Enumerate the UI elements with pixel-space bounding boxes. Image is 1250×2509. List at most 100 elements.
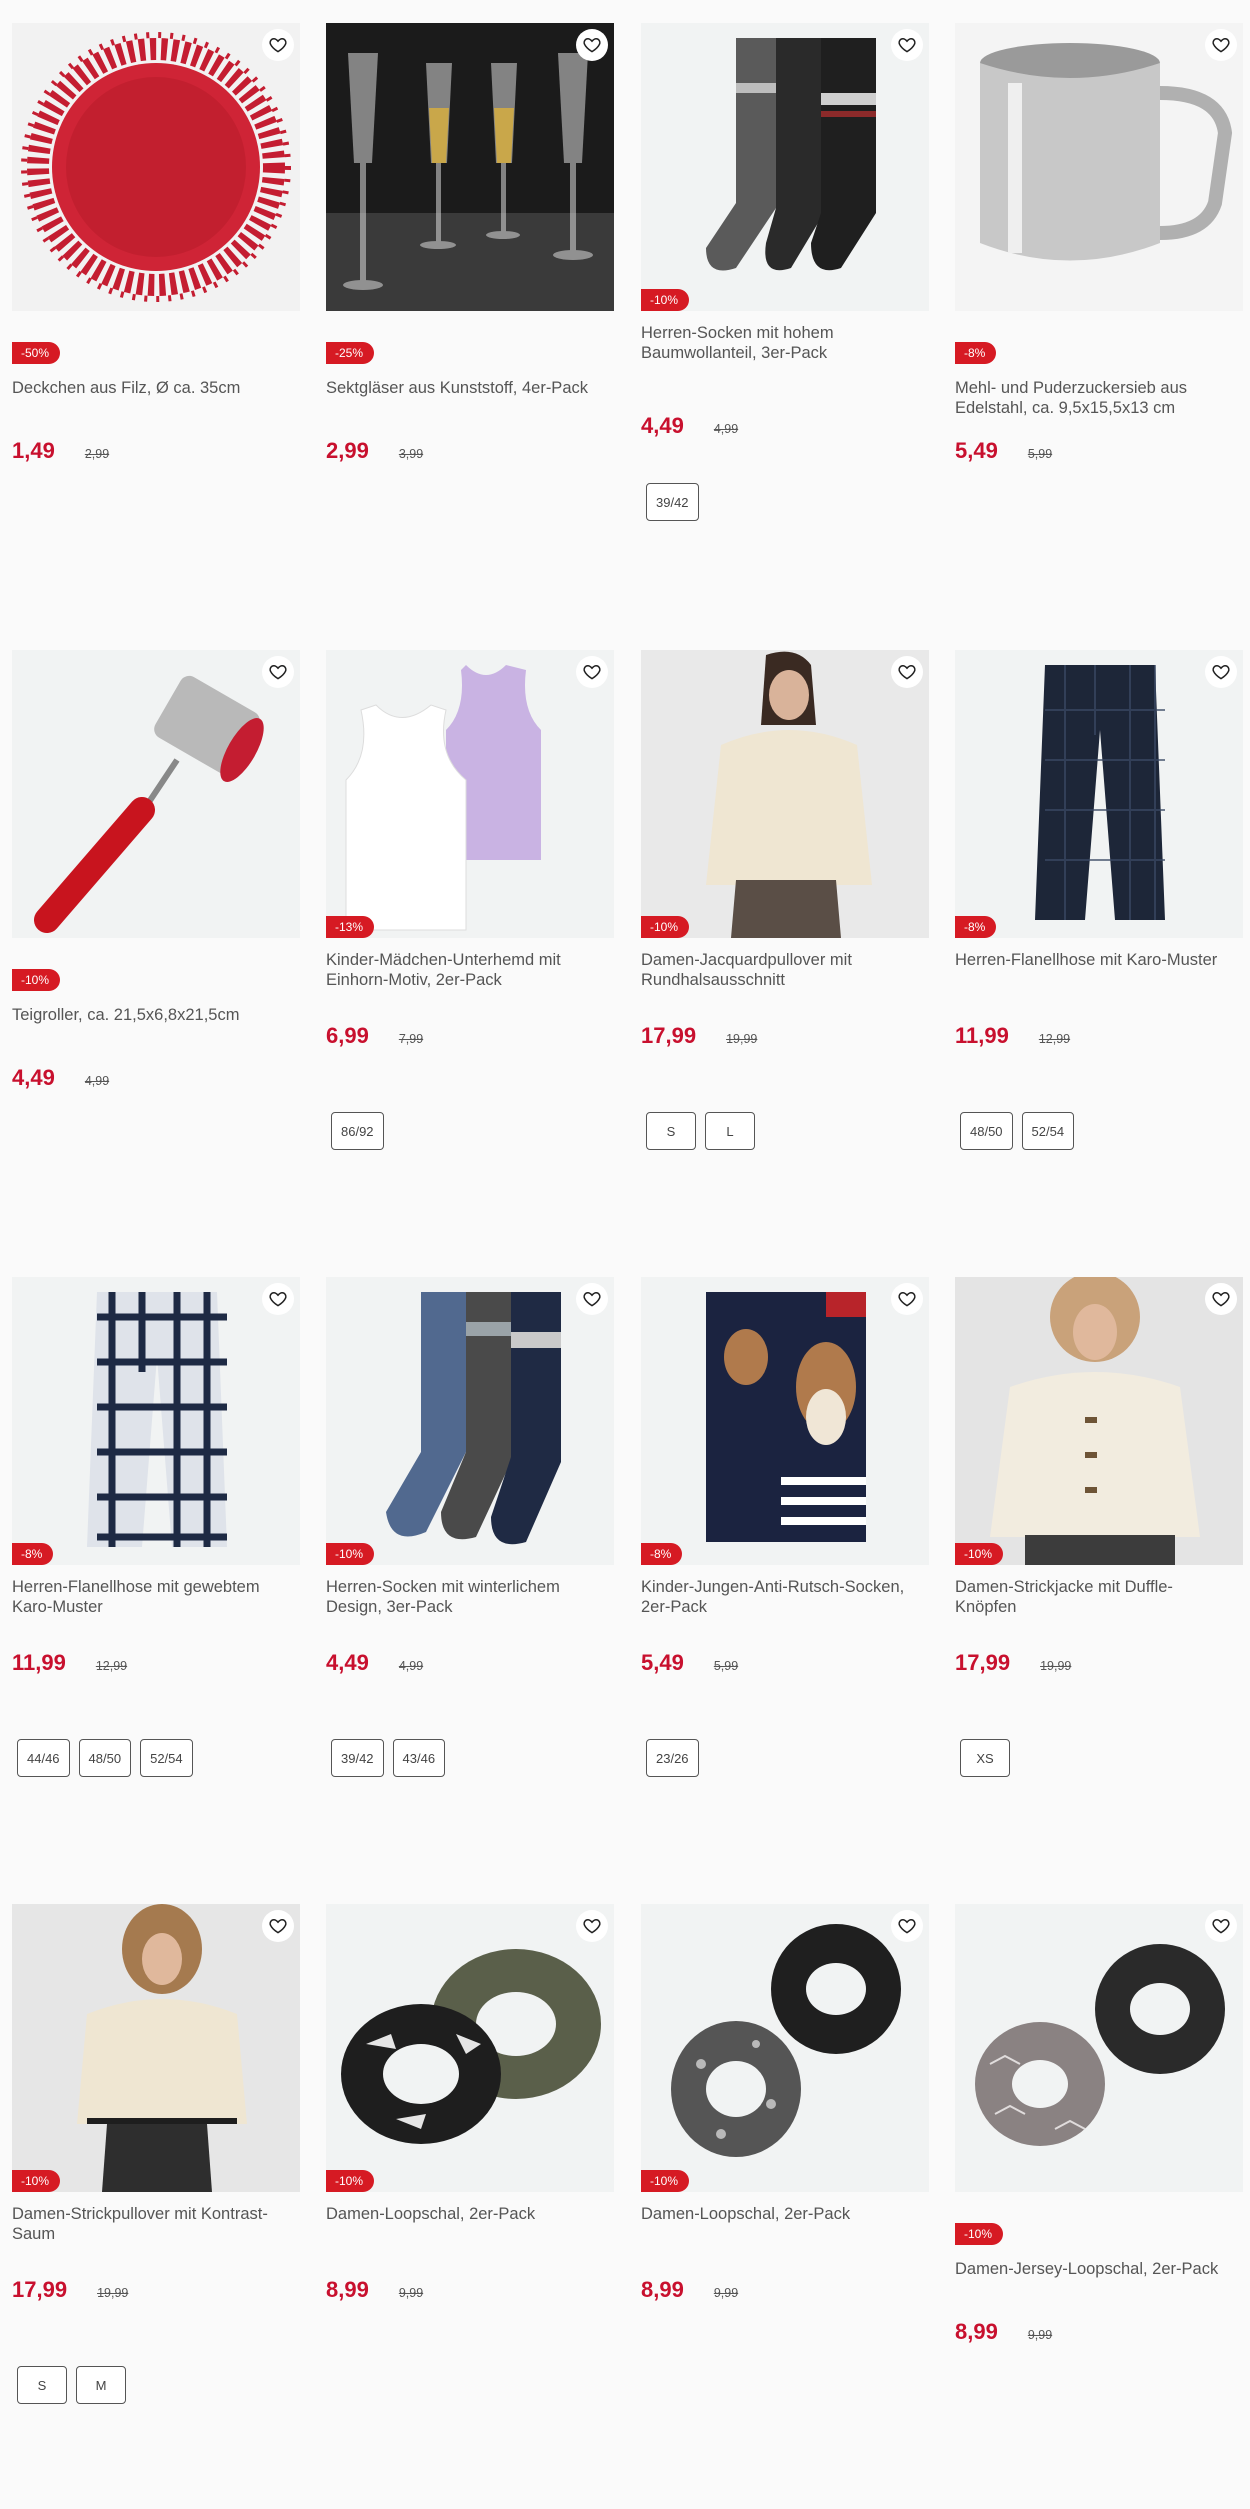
product-card[interactable]: -10% Teigroller, ca. 21,5x6,8x21,5cm 4,4… [12,650,300,1091]
product-card[interactable]: -10% Herren-Socken mit winterlichem Desi… [326,1277,614,1777]
product-image[interactable]: -10% [326,1277,614,1565]
size-option[interactable]: 43/46 [392,1739,446,1777]
product-title[interactable]: Herren-Flanellhose mit Karo-Muster [955,950,1233,1023]
product-image[interactable]: -8% [955,650,1243,938]
product-card[interactable]: -8% Mehl- und Puderzuckersieb aus Edelst… [955,23,1243,464]
product-title[interactable]: Teigroller, ca. 21,5x6,8x21,5cm [12,1005,290,1065]
product-card[interactable]: -8% Herren-Flanellhose mit Karo-Muster 1… [955,650,1243,1150]
size-option[interactable]: 48/50 [78,1739,132,1777]
product-title[interactable]: Herren-Socken mit hohem Baumwollanteil, … [641,323,919,413]
product-image[interactable]: -10% [641,650,929,938]
product-image[interactable] [12,23,300,311]
wishlist-button[interactable] [891,29,923,61]
size-option[interactable]: S [17,2366,67,2404]
size-option[interactable]: 39/42 [646,483,699,521]
product-card[interactable]: -10% Damen-Jersey-Loopschal, 2er-Pack 8,… [955,1904,1243,2345]
discount-badge: -8% [641,1543,683,1565]
product-price: 5,49 [641,1650,684,1675]
product-title[interactable]: Kinder-Jungen-Anti-Rutsch-Socken, 2er-Pa… [641,1577,919,1650]
product-card[interactable]: -8% Herren-Flanellhose mit gewebtem Karo… [12,1277,300,1777]
old-price: 3,99 [398,447,424,461]
product-title[interactable]: Damen-Jacquardpullover mit Rundhalsaussc… [641,950,919,1023]
size-option[interactable]: S [646,1112,696,1150]
product-title[interactable]: Damen-Loopschal, 2er-Pack [641,2204,919,2277]
flour-sifter-image [980,43,1233,261]
size-option[interactable]: XS [960,1739,1010,1777]
heart-icon [1212,1918,1230,1934]
wishlist-button[interactable] [1205,1910,1237,1942]
women-knit-sweater-image [77,1904,247,2192]
product-card[interactable]: -10% Herren-Socken mit hohem Baumwollant… [641,23,929,521]
product-image[interactable]: -13% [326,650,614,938]
discount-badge: -8% [955,342,997,364]
product-image[interactable] [12,650,300,938]
product-image[interactable]: -8% [12,1277,300,1565]
price-row: 2,99 3,99 [326,438,614,464]
product-card[interactable]: -8% Kinder-Jungen-Anti-Rutsch-Socken, 2e… [641,1277,929,1777]
product-image[interactable] [955,1904,1243,2192]
wishlist-button[interactable] [576,1283,608,1315]
wishlist-button[interactable] [576,1910,608,1942]
product-title[interactable]: Sektgläser aus Kunststoff, 4er-Pack [326,378,604,438]
product-image[interactable]: -10% [641,23,929,311]
product-image[interactable]: -10% [955,1277,1243,1565]
wishlist-button[interactable] [262,1283,294,1315]
wishlist-button[interactable] [576,656,608,688]
size-option[interactable]: 44/46 [17,1739,70,1777]
price-row: 11,99 12,99 [12,1650,300,1676]
product-price: 6,99 [326,1023,369,1048]
discount-badge: -10% [641,2170,690,2192]
wishlist-button[interactable] [891,656,923,688]
product-price: 4,49 [326,1650,369,1675]
wishlist-button[interactable] [1205,29,1237,61]
price-row: 11,99 12,99 [955,1023,1243,1049]
size-option[interactable]: 48/50 [960,1112,1013,1150]
product-title[interactable]: Damen-Strickjacke mit Duffle-Knöpfen [955,1577,1233,1650]
price-row: 8,99 9,99 [641,2277,929,2303]
wishlist-button[interactable] [1205,656,1237,688]
product-title[interactable]: Damen-Strickpullover mit Kontrast-Saum [12,2204,290,2277]
product-image[interactable] [326,23,614,311]
wishlist-button[interactable] [1205,1283,1237,1315]
size-option[interactable]: 86/92 [331,1112,384,1150]
kids-socks-image [706,1292,866,1542]
product-card[interactable]: -10% Damen-Loopschal, 2er-Pack 8,99 9,99 [326,1904,614,2303]
product-card[interactable]: -10% Damen-Loopschal, 2er-Pack 8,99 9,99 [641,1904,929,2303]
product-image[interactable]: -10% [12,1904,300,2192]
size-options: XS [960,1739,1010,1777]
wishlist-button[interactable] [891,1283,923,1315]
wishlist-button[interactable] [262,29,294,61]
product-image[interactable] [955,23,1243,311]
product-title[interactable]: Deckchen aus Filz, Ø ca. 35cm [12,378,290,438]
product-card[interactable]: -10% Damen-Strickjacke mit Duffle-Knöpfe… [955,1277,1243,1777]
product-card[interactable]: -10% Damen-Jacquardpullover mit Rundhals… [641,650,929,1150]
product-card[interactable]: -10% Damen-Strickpullover mit Kontrast-S… [12,1904,300,2404]
product-card[interactable]: -13% Kinder-Mädchen-Unterhemd mit Einhor… [326,650,614,1150]
product-title[interactable]: Damen-Loopschal, 2er-Pack [326,2204,604,2277]
old-price: 9,99 [1027,2328,1053,2342]
size-option[interactable]: 39/42 [331,1739,384,1777]
product-card[interactable]: -50% Deckchen aus Filz, Ø ca. 35cm 1,49 … [12,23,300,464]
size-option[interactable]: L [705,1112,755,1150]
price-row: 5,49 5,99 [641,1650,929,1676]
product-title[interactable]: Herren-Socken mit winterlichem Design, 3… [326,1577,604,1650]
size-options: 86/92 [331,1112,384,1150]
price-row: 4,49 4,99 [326,1650,614,1676]
old-price: 2,99 [84,447,110,461]
product-image[interactable]: -10% [326,1904,614,2192]
size-option[interactable]: 52/54 [1021,1112,1075,1150]
product-title[interactable]: Herren-Flanellhose mit gewebtem Karo-Mus… [12,1577,290,1650]
wishlist-button[interactable] [262,1910,294,1942]
product-card[interactable]: -25% Sektgläser aus Kunststoff, 4er-Pack… [326,23,614,464]
size-option[interactable]: 23/26 [646,1739,699,1777]
wishlist-button[interactable] [576,29,608,61]
product-title[interactable]: Damen-Jersey-Loopschal, 2er-Pack [955,2259,1233,2319]
product-image[interactable]: -8% [641,1277,929,1565]
wishlist-button[interactable] [262,656,294,688]
wishlist-button[interactable] [891,1910,923,1942]
size-option[interactable]: M [76,2366,126,2404]
product-title[interactable]: Mehl- und Puderzuckersieb aus Edelstahl,… [955,378,1233,438]
product-title[interactable]: Kinder-Mädchen-Unterhemd mit Einhorn-Mot… [326,950,604,1023]
size-option[interactable]: 52/54 [140,1739,193,1777]
product-image[interactable]: -10% [641,1904,929,2192]
